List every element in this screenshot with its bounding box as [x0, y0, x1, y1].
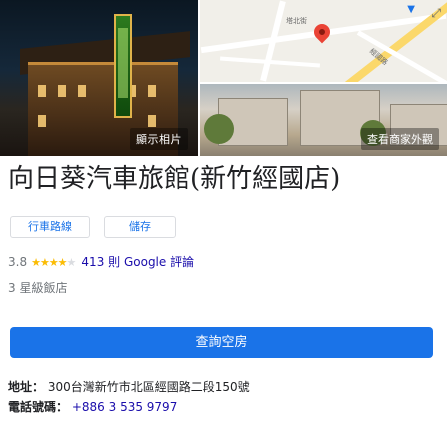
- hotel-class: 3 星級飯店: [8, 281, 68, 295]
- check-availability-button[interactable]: 查詢空房: [10, 327, 433, 358]
- rating-row: 3.8 ★★★★★ 413 則 Google 評論: [8, 253, 194, 270]
- show-photos-button[interactable]: 顯示相片: [130, 128, 188, 150]
- hotel-photo[interactable]: 顯示相片: [0, 0, 198, 156]
- compass-icon: ▼: [407, 4, 415, 15]
- reviews-link[interactable]: 413 則 Google 評論: [81, 255, 194, 269]
- photo-header: 顯示相片 塔北街 經國路 ▼ ⤢ 查看商家外觀: [0, 0, 447, 156]
- address-row: 地址： 300台灣新竹市北區經國路二段150號: [8, 378, 250, 395]
- hotel-title: 向日葵汽車旅館(新竹經國店): [8, 164, 341, 194]
- directions-button[interactable]: 行車路線: [10, 216, 90, 238]
- address-label: 地址：: [8, 380, 45, 394]
- action-buttons: 行車路線 儲存: [10, 216, 176, 238]
- rating-star-empty-icon: ★: [66, 256, 77, 269]
- phone-value[interactable]: +886 3 535 9797: [72, 400, 177, 414]
- rating-stars-icon: ★★★★: [31, 256, 67, 269]
- street-view-button[interactable]: 查看商家外觀: [361, 128, 439, 150]
- map-thumbnail[interactable]: 塔北街 經國路 ▼ ⤢: [200, 0, 447, 82]
- phone-row: 電話號碼： +886 3 535 9797: [8, 398, 177, 415]
- street-view-photo[interactable]: 查看商家外觀: [200, 84, 447, 156]
- expand-map-icon[interactable]: ⤢: [431, 6, 441, 21]
- map-pin-icon: [310, 20, 334, 44]
- phone-label: 電話號碼：: [8, 400, 69, 414]
- address-value: 300台灣新竹市北區經國路二段150號: [47, 380, 250, 394]
- save-button[interactable]: 儲存: [104, 216, 176, 238]
- rating-score: 3.8: [8, 255, 28, 269]
